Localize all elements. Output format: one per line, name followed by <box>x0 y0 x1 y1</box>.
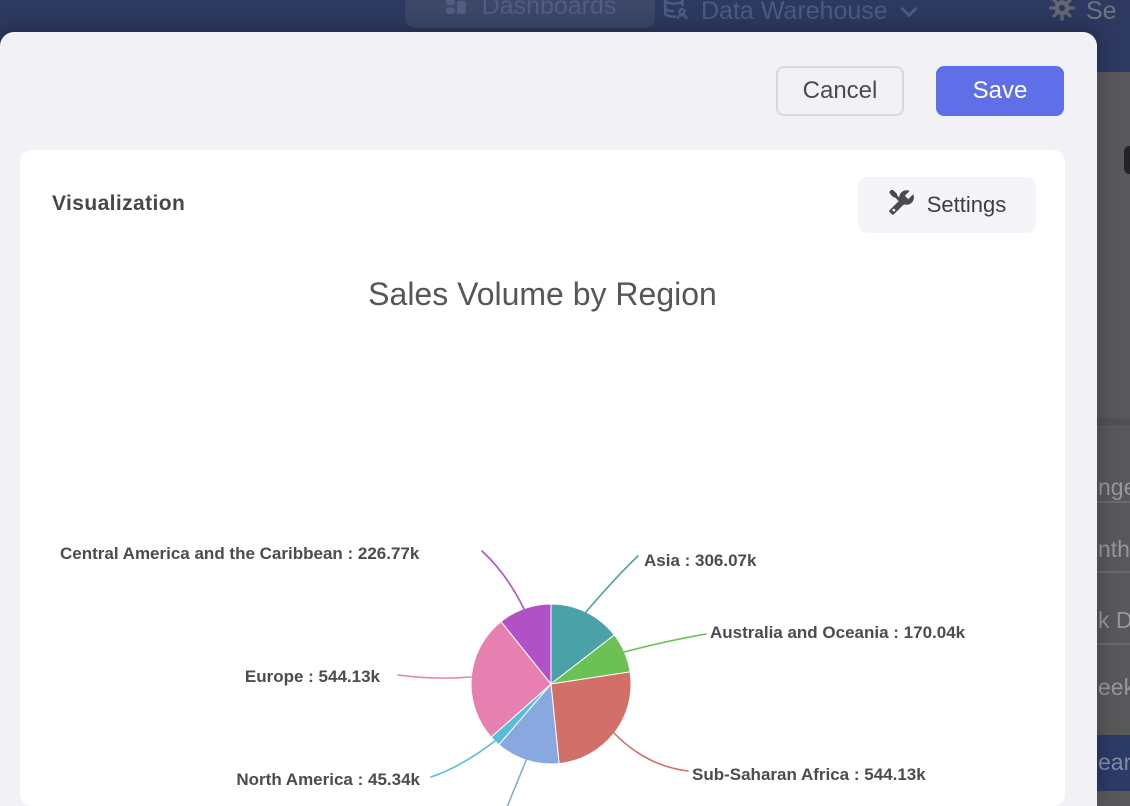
chart-editor-modal: Cancel Save Visualization Settings Sales… <box>0 32 1097 806</box>
nav-tab-dashboards-label: Dashboards <box>482 0 617 21</box>
list-divider <box>1097 643 1130 645</box>
cancel-button[interactable]: Cancel <box>776 66 904 116</box>
nav-item-data-warehouse[interactable]: Data Warehouse <box>663 0 918 28</box>
list-item-fragment: nth <box>1098 536 1130 563</box>
nav-tab-dashboards[interactable]: Dashboards <box>405 0 655 28</box>
pie-leader-line <box>482 551 524 609</box>
background-occluded-list: nge nth k D eek ear <box>1097 72 1130 806</box>
pie-leader-line <box>431 741 495 777</box>
pie-label: Sub-Saharan Africa : 544.13k <box>692 765 926 785</box>
pie-leader-line <box>586 556 638 612</box>
nav-item-data-warehouse-label: Data Warehouse <box>701 0 888 26</box>
pie-slice-sub-saharan-africa[interactable] <box>551 672 631 764</box>
pie-label: North America : 45.34k <box>236 770 420 790</box>
list-divider <box>1097 571 1130 573</box>
pie-leader-line <box>614 733 688 771</box>
pie-leader-line <box>507 758 527 806</box>
nav-item-settings-label: Se <box>1086 0 1117 26</box>
pie-label: Central America and the Caribbean : 226.… <box>60 544 472 564</box>
dashboards-icon <box>444 0 470 23</box>
pie-label: Australia and Oceania : 170.04k <box>710 623 965 643</box>
list-item-selected-fragment: ear <box>1097 735 1130 791</box>
list-item-fragment: k D <box>1098 607 1130 634</box>
list-item-fragment: ear <box>1098 749 1130 776</box>
visualization-card: Visualization Settings Sales Volume by R… <box>20 150 1065 806</box>
background-list-header-band <box>1097 418 1130 425</box>
database-icon <box>663 0 689 28</box>
pie-label: Europe : 544.13k <box>245 667 380 687</box>
background-dark-button-fragment <box>1124 146 1130 174</box>
list-item-fragment: nge <box>1098 474 1130 501</box>
pie-chart-svg <box>20 150 1065 806</box>
pie-leader-line <box>398 675 471 678</box>
chevron-down-icon <box>900 0 918 26</box>
gear-icon <box>1048 0 1076 29</box>
list-item-fragment: eek <box>1098 674 1130 701</box>
pie-label: Asia : 306.07k <box>644 551 756 571</box>
nav-item-settings[interactable]: Se <box>1048 0 1117 28</box>
list-divider <box>1097 501 1130 503</box>
save-button[interactable]: Save <box>936 66 1064 116</box>
pie-leader-line <box>624 634 706 652</box>
pie-chart: Asia : 306.07k Australia and Oceania : 17… <box>20 150 1065 806</box>
